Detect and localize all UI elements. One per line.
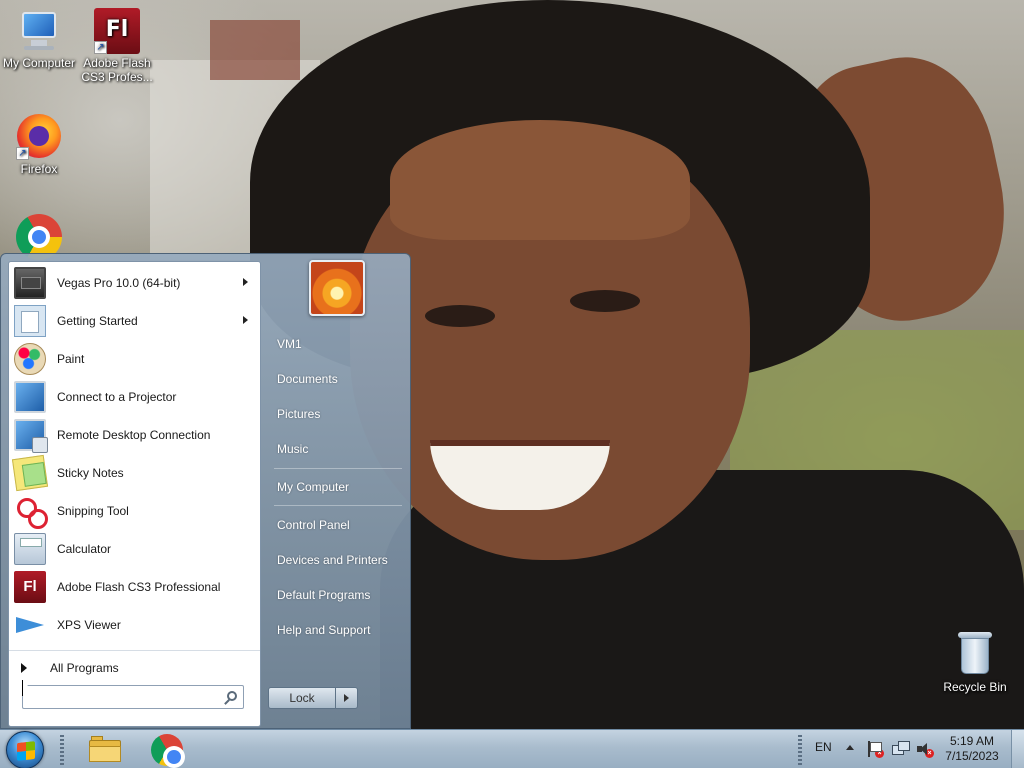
- remote-desktop-icon: [14, 419, 48, 453]
- program-item-remote-desktop[interactable]: Remote Desktop Connection: [9, 416, 260, 454]
- taskbar-chrome-button[interactable]: [137, 731, 197, 768]
- program-label: Vegas Pro 10.0 (64-bit): [57, 276, 181, 290]
- chrome-icon: [151, 734, 185, 768]
- program-item-sticky-notes[interactable]: Sticky Notes: [9, 454, 260, 492]
- start-search-input[interactable]: [27, 687, 217, 707]
- shortcut-arrow-icon: ↗: [16, 147, 29, 160]
- search-icon[interactable]: [227, 691, 237, 701]
- network-icon[interactable]: [892, 741, 910, 757]
- taskbar-grip[interactable]: [60, 735, 64, 765]
- action-center-icon[interactable]: ×: [866, 741, 884, 758]
- volume-muted-icon[interactable]: ×: [916, 741, 934, 758]
- wallpaper-eye-left: [425, 305, 495, 327]
- recycle-bin-icon: [952, 632, 998, 678]
- program-item-vegas-pro[interactable]: Vegas Pro 10.0 (64-bit): [9, 264, 260, 302]
- link-devices-printers[interactable]: Devices and Printers: [277, 553, 388, 567]
- taskbar: EN × × 5:19 AM 7/15/2023: [0, 729, 1024, 768]
- program-item-paint[interactable]: Paint: [9, 340, 260, 378]
- program-item-getting-started[interactable]: Getting Started: [9, 302, 260, 340]
- link-my-computer[interactable]: My Computer: [277, 480, 349, 494]
- folder-icon: [89, 736, 121, 762]
- link-pictures[interactable]: Pictures: [277, 407, 320, 421]
- desktop-icon-recycle-bin[interactable]: Recycle Bin: [936, 632, 1014, 694]
- link-control-panel[interactable]: Control Panel: [277, 518, 350, 532]
- program-item-xps-viewer[interactable]: XPS Viewer: [9, 606, 260, 644]
- link-help-support[interactable]: Help and Support: [277, 623, 370, 637]
- paint-icon: [14, 343, 46, 375]
- vegas-pro-icon: [14, 267, 46, 299]
- link-default-programs[interactable]: Default Programs: [277, 588, 370, 602]
- wallpaper-eye-right: [570, 290, 640, 312]
- clock-date: 7/15/2023: [945, 749, 999, 763]
- calculator-icon: [14, 533, 46, 565]
- link-music[interactable]: Music: [277, 442, 308, 456]
- desktop-icon-my-computer[interactable]: My Computer: [0, 8, 78, 70]
- desktop-icon-firefox[interactable]: ↗ Firefox: [0, 114, 78, 176]
- program-label: Remote Desktop Connection: [57, 428, 211, 442]
- windows-logo-icon: [17, 741, 35, 761]
- user-picture-avatar[interactable]: [309, 260, 365, 316]
- projector-icon: [14, 381, 46, 413]
- start-button[interactable]: [6, 731, 44, 768]
- clock-time: 5:19 AM: [949, 734, 995, 748]
- taskbar-explorer-button[interactable]: [75, 731, 135, 768]
- all-programs-label: All Programs: [50, 660, 119, 675]
- snipping-tool-icon: [14, 495, 48, 529]
- language-indicator[interactable]: EN: [815, 740, 832, 754]
- submenu-arrow-icon: [243, 278, 248, 286]
- program-item-connect-projector[interactable]: Connect to a Projector: [9, 378, 260, 416]
- separator: [274, 468, 402, 469]
- program-item-calculator[interactable]: Calculator: [9, 530, 260, 568]
- desktop-icon-adobe-flash[interactable]: Fl ↗ Adobe Flash CS3 Profes...: [78, 8, 156, 84]
- firefox-icon: ↗: [16, 114, 62, 160]
- program-item-snipping-tool[interactable]: Snipping Tool: [9, 492, 260, 530]
- desktop-icon-label: Adobe Flash CS3 Profes...: [81, 56, 153, 84]
- separator: [274, 505, 402, 506]
- wallpaper-forehead: [390, 120, 690, 240]
- flash-icon: Fl: [14, 571, 46, 603]
- desktop-icon-label: Firefox: [20, 162, 58, 176]
- mouse-cursor-icon: [22, 680, 30, 696]
- program-label: Connect to a Projector: [57, 390, 177, 404]
- program-label: Snipping Tool: [57, 504, 129, 518]
- getting-started-icon: [14, 305, 46, 337]
- link-documents[interactable]: Documents: [277, 372, 338, 386]
- system-clock[interactable]: 5:19 AM 7/15/2023: [940, 734, 1004, 764]
- show-desktop-button[interactable]: [1011, 730, 1024, 768]
- tray-grip[interactable]: [798, 735, 802, 765]
- start-menu: Vegas Pro 10.0 (64-bit) Getting Started …: [0, 253, 411, 729]
- program-label: Sticky Notes: [57, 466, 124, 480]
- program-list: Vegas Pro 10.0 (64-bit) Getting Started …: [9, 262, 260, 644]
- start-search-box[interactable]: [22, 685, 244, 709]
- start-menu-links-pane: VM1 Documents Pictures Music My Computer…: [264, 254, 412, 730]
- start-menu-programs-pane: Vegas Pro 10.0 (64-bit) Getting Started …: [8, 261, 261, 727]
- program-label: Getting Started: [57, 314, 138, 328]
- desktop-icon-label: My Computer: [2, 56, 76, 70]
- shortcut-arrow-icon: ↗: [94, 41, 107, 54]
- flash-icon: Fl ↗: [94, 8, 140, 54]
- program-label: Adobe Flash CS3 Professional: [57, 580, 221, 594]
- program-label: XPS Viewer: [57, 618, 121, 632]
- computer-icon: [16, 8, 62, 54]
- wallpaper-roof: [210, 20, 300, 80]
- expand-arrow-icon: [21, 662, 27, 673]
- program-item-adobe-flash[interactable]: Fl Adobe Flash CS3 Professional: [9, 568, 260, 606]
- xps-viewer-icon: [14, 609, 46, 641]
- program-label: Calculator: [57, 542, 112, 556]
- lock-button[interactable]: Lock: [268, 687, 336, 709]
- link-user-folder[interactable]: VM1: [277, 337, 302, 351]
- submenu-arrow-icon: [243, 316, 248, 324]
- sticky-notes-icon: [11, 454, 49, 492]
- all-programs-button[interactable]: All Programs: [9, 650, 260, 684]
- program-label: Paint: [57, 352, 85, 366]
- show-hidden-icons-arrow-icon[interactable]: [846, 745, 854, 750]
- desktop-icon-label: Recycle Bin: [943, 680, 1007, 694]
- power-options-arrow-button[interactable]: [336, 687, 358, 709]
